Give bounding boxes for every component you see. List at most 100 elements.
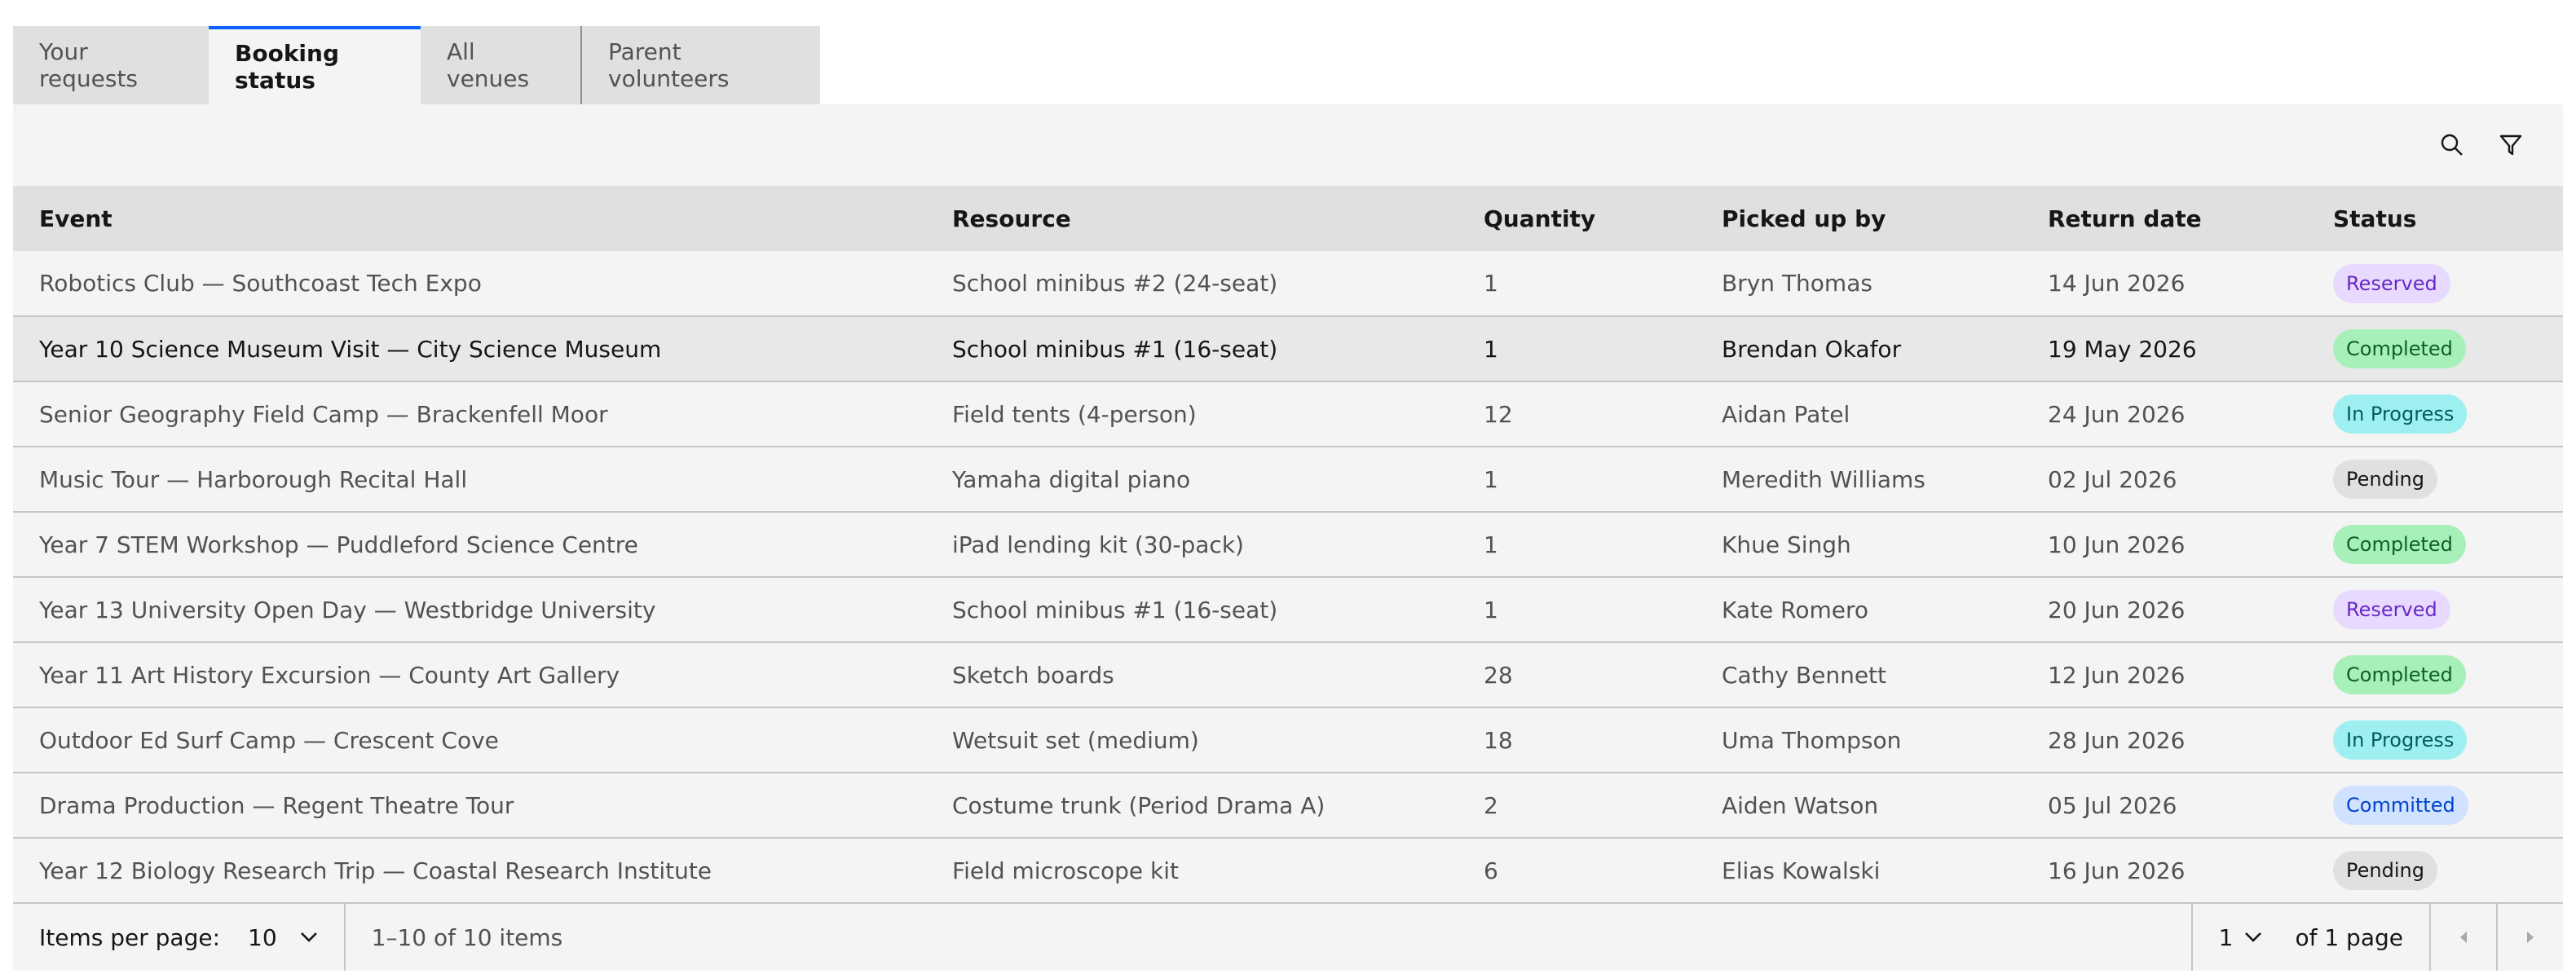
tab-label: Parent volunteers: [608, 38, 730, 92]
quantity-cell: 6: [1458, 838, 1696, 904]
status-cell: Reserved: [2307, 577, 2563, 643]
return-date-cell: 12 Jun 2026: [2022, 642, 2307, 708]
items-per-page-label: Items per page:: [39, 923, 221, 951]
resource-cell: Field tents (4-person): [926, 381, 1458, 447]
quantity-cell: 1: [1458, 251, 1696, 317]
quantity-cell: 12: [1458, 381, 1696, 447]
quantity-cell: 28: [1458, 642, 1696, 708]
return-date-cell: 28 Jun 2026: [2022, 707, 2307, 773]
table-toolbar: [13, 104, 2563, 186]
quantity-cell: 1: [1458, 447, 1696, 513]
status-badge: In Progress: [2333, 394, 2468, 434]
tab-label: Your requests: [39, 38, 139, 92]
filter-button[interactable]: [2488, 122, 2534, 168]
column-header-quantity[interactable]: Quantity: [1458, 186, 1696, 251]
return-date-cell: 05 Jul 2026: [2022, 773, 2307, 839]
search-button[interactable]: [2429, 122, 2475, 168]
column-header-status[interactable]: Status: [2307, 186, 2563, 251]
table-row[interactable]: Year 13 University Open Day — Westbridge…: [13, 577, 2563, 643]
tab-label: All venues: [447, 38, 530, 92]
column-header-return-date[interactable]: Return date: [2022, 186, 2307, 251]
table-row[interactable]: Year 10 Science Museum Visit — City Scie…: [13, 316, 2563, 382]
return-date-cell: 02 Jul 2026: [2022, 447, 2307, 513]
resource-cell: School minibus #1 (16-seat): [926, 577, 1458, 643]
tab-all-venues[interactable]: All venues: [421, 26, 580, 104]
picked-up-by-cell: Aidan Patel: [1696, 381, 2022, 447]
event-cell: Music Tour — Harborough Recital Hall: [13, 447, 926, 513]
event-cell: Drama Production — Regent Theatre Tour: [13, 773, 926, 839]
return-date-cell: 20 Jun 2026: [2022, 577, 2307, 643]
table-row[interactable]: Drama Production — Regent Theatre Tour Co…: [13, 773, 2563, 839]
event-cell: Year 10 Science Museum Visit — City Scie…: [13, 316, 926, 382]
page-select[interactable]: 1: [2219, 924, 2263, 951]
resource-cell: School minibus #2 (24-seat): [926, 251, 1458, 317]
picked-up-by-cell: Kate Romero: [1696, 577, 2022, 643]
picked-up-by-cell: Cathy Bennett: [1696, 642, 2022, 708]
status-badge: Completed: [2333, 525, 2466, 564]
status-cell: Completed: [2307, 316, 2563, 382]
resource-cell: Costume trunk (Period Drama A): [926, 773, 1458, 839]
booking-table: Event Resource Quantity Picked up by Ret…: [13, 186, 2563, 904]
status-badge: Reserved: [2333, 263, 2450, 303]
event-cell: Robotics Club — Southcoast Tech Expo: [13, 251, 926, 317]
resource-cell: Field microscope kit: [926, 838, 1458, 904]
return-date-cell: 10 Jun 2026: [2022, 512, 2307, 578]
caret-right-icon: [2527, 932, 2534, 943]
picked-up-by-cell: Meredith Williams: [1696, 447, 2022, 513]
table-row[interactable]: Year 7 STEM Workshop — Puddleford Scienc…: [13, 512, 2563, 578]
status-cell: Completed: [2307, 512, 2563, 578]
status-cell: Pending: [2307, 447, 2563, 513]
items-per-page-group: Items per page: 10: [13, 904, 344, 971]
status-badge: Committed: [2333, 786, 2468, 825]
chevron-down-icon: [2245, 932, 2262, 942]
table-row[interactable]: Year 12 Biology Research Trip — Coastal …: [13, 838, 2563, 904]
event-cell: Year 13 University Open Day — Westbridge…: [13, 577, 926, 643]
table-row[interactable]: Senior Geography Field Camp — Brackenfel…: [13, 381, 2563, 447]
tab-label: Booking status: [235, 40, 340, 94]
search-icon: [2441, 134, 2463, 156]
tab-bar: Your requests Booking status All venues …: [13, 26, 2563, 104]
table-body: Robotics Club — Southcoast Tech Expo Scho…: [13, 251, 2563, 904]
column-header-event[interactable]: Event: [13, 186, 926, 251]
table-row[interactable]: Year 11 Art History Excursion — County A…: [13, 642, 2563, 708]
return-date-cell: 24 Jun 2026: [2022, 381, 2307, 447]
table-row[interactable]: Music Tour — Harborough Recital Hall Yama…: [13, 447, 2563, 513]
picked-up-by-cell: Uma Thompson: [1696, 707, 2022, 773]
tab-your-requests[interactable]: Your requests: [13, 26, 209, 104]
quantity-cell: 18: [1458, 707, 1696, 773]
quantity-cell: 2: [1458, 773, 1696, 839]
items-per-page-select[interactable]: 10: [248, 924, 318, 951]
tab-parent-volunteers[interactable]: Parent volunteers: [580, 26, 820, 104]
tab-booking-status[interactable]: Booking status: [209, 26, 421, 104]
resource-cell: Yamaha digital piano: [926, 447, 1458, 513]
next-page-button[interactable]: [2496, 904, 2563, 971]
pagination: Items per page: 10 1–10 of 10 items 1 of…: [13, 904, 2563, 971]
booking-app: Your requests Booking status All venues …: [13, 26, 2563, 971]
resource-cell: Sketch boards: [926, 642, 1458, 708]
table-row[interactable]: Outdoor Ed Surf Camp — Crescent Cove Wets…: [13, 707, 2563, 773]
status-cell: Reserved: [2307, 251, 2563, 317]
status-badge: Completed: [2333, 655, 2466, 694]
column-header-picked-up-by[interactable]: Picked up by: [1696, 186, 2022, 251]
picked-up-by-cell: Khue Singh: [1696, 512, 2022, 578]
page-select-group: 1 of 1 page: [2190, 904, 2429, 971]
event-cell: Year 12 Biology Research Trip — Coastal …: [13, 838, 926, 904]
status-badge: In Progress: [2333, 720, 2468, 760]
data-table-container: Event Resource Quantity Picked up by Ret…: [13, 104, 2563, 971]
picked-up-by-cell: Elias Kowalski: [1696, 838, 2022, 904]
return-date-cell: 14 Jun 2026: [2022, 251, 2307, 317]
column-header-resource[interactable]: Resource: [926, 186, 1458, 251]
status-badge: Pending: [2333, 851, 2437, 890]
table-row[interactable]: Robotics Club — Southcoast Tech Expo Scho…: [13, 251, 2563, 317]
status-badge: Completed: [2333, 329, 2466, 368]
status-badge: Pending: [2333, 460, 2437, 499]
resource-cell: iPad lending kit (30-pack): [926, 512, 1458, 578]
previous-page-button[interactable]: [2429, 904, 2496, 971]
return-date-cell: 16 Jun 2026: [2022, 838, 2307, 904]
status-cell: In Progress: [2307, 707, 2563, 773]
quantity-cell: 1: [1458, 512, 1696, 578]
caret-left-icon: [2460, 932, 2467, 943]
picked-up-by-cell: Aiden Watson: [1696, 773, 2022, 839]
event-cell: Year 11 Art History Excursion — County A…: [13, 642, 926, 708]
resource-cell: Wetsuit set (medium): [926, 707, 1458, 773]
